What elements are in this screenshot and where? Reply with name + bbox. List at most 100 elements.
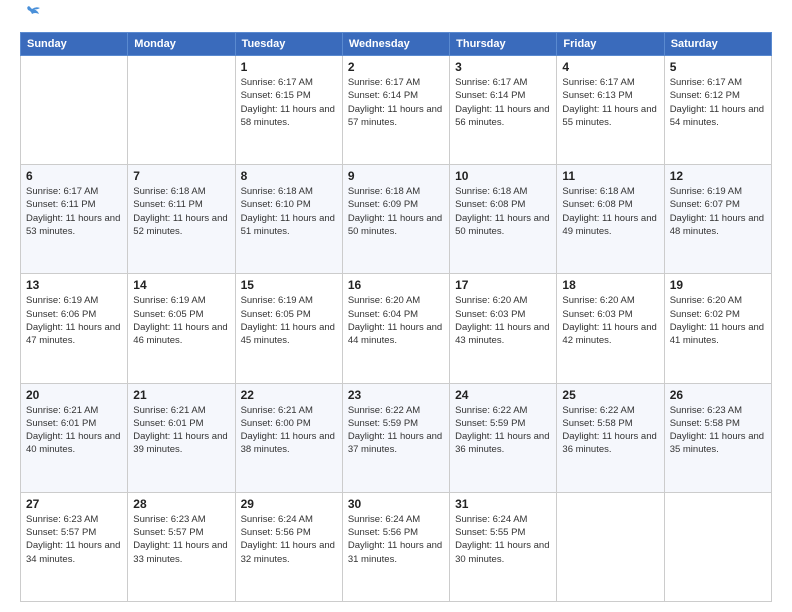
calendar-cell: 14 Sunrise: 6:19 AM Sunset: 6:05 PM Dayli… [128,274,235,383]
calendar-cell: 7 Sunrise: 6:18 AM Sunset: 6:11 PM Daylig… [128,165,235,274]
calendar-week-row: 20 Sunrise: 6:21 AM Sunset: 6:01 PM Dayli… [21,383,772,492]
day-number: 8 [241,169,337,183]
day-info: Sunrise: 6:18 AM Sunset: 6:08 PM Dayligh… [562,185,658,238]
calendar-cell: 26Sunrise: 6:23 AM Sunset: 5:58 PM Dayli… [664,383,771,492]
day-number: 21 [133,388,229,402]
day-number: 24 [455,388,551,402]
calendar-cell: 6 Sunrise: 6:17 AM Sunset: 6:11 PM Daylig… [21,165,128,274]
calendar-day-header: Saturday [664,33,771,56]
calendar-week-row: 13 Sunrise: 6:19 AM Sunset: 6:06 PM Dayli… [21,274,772,383]
logo [20,16,42,24]
day-number: 16 [348,278,444,292]
day-number: 6 [26,169,122,183]
day-info: Sunrise: 6:22 AM Sunset: 5:59 PM Dayligh… [348,404,444,457]
day-info: Sunrise: 6:19 AM Sunset: 6:07 PM Dayligh… [670,185,766,238]
calendar-day-header: Tuesday [235,33,342,56]
day-info: Sunrise: 6:24 AM Sunset: 5:56 PM Dayligh… [241,513,337,566]
calendar-cell: 18Sunrise: 6:20 AM Sunset: 6:03 PM Dayli… [557,274,664,383]
day-info: Sunrise: 6:22 AM Sunset: 5:59 PM Dayligh… [455,404,551,457]
day-number: 15 [241,278,337,292]
day-info: Sunrise: 6:18 AM Sunset: 6:10 PM Dayligh… [241,185,337,238]
calendar-day-header: Friday [557,33,664,56]
day-number: 17 [455,278,551,292]
day-number: 2 [348,60,444,74]
day-number: 7 [133,169,229,183]
day-info: Sunrise: 6:23 AM Sunset: 5:58 PM Dayligh… [670,404,766,457]
day-number: 25 [562,388,658,402]
calendar-day-header: Wednesday [342,33,449,56]
calendar-cell: 29 Sunrise: 6:24 AM Sunset: 5:56 PM Dayli… [235,492,342,601]
day-info: Sunrise: 6:19 AM Sunset: 6:05 PM Dayligh… [133,294,229,347]
day-info: Sunrise: 6:19 AM Sunset: 6:06 PM Dayligh… [26,294,122,347]
day-number: 12 [670,169,766,183]
calendar-cell [128,56,235,165]
day-number: 18 [562,278,658,292]
header [20,16,772,24]
calendar-day-header: Monday [128,33,235,56]
calendar-cell: 16Sunrise: 6:20 AM Sunset: 6:04 PM Dayli… [342,274,449,383]
calendar-cell: 21 Sunrise: 6:21 AM Sunset: 6:01 PM Dayli… [128,383,235,492]
calendar-cell: 3 Sunrise: 6:17 AM Sunset: 6:14 PM Daylig… [450,56,557,165]
day-number: 22 [241,388,337,402]
calendar-cell: 24 Sunrise: 6:22 AM Sunset: 5:59 PM Dayli… [450,383,557,492]
day-info: Sunrise: 6:21 AM Sunset: 6:00 PM Dayligh… [241,404,337,457]
day-info: Sunrise: 6:20 AM Sunset: 6:03 PM Dayligh… [455,294,551,347]
calendar-cell [21,56,128,165]
calendar-cell: 20 Sunrise: 6:21 AM Sunset: 6:01 PM Dayli… [21,383,128,492]
day-number: 20 [26,388,122,402]
day-number: 27 [26,497,122,511]
calendar-cell: 11 Sunrise: 6:18 AM Sunset: 6:08 PM Dayli… [557,165,664,274]
day-number: 1 [241,60,337,74]
calendar-cell: 28Sunrise: 6:23 AM Sunset: 5:57 PM Dayli… [128,492,235,601]
calendar-table: SundayMondayTuesdayWednesdayThursdayFrid… [20,32,772,602]
calendar-cell: 2 Sunrise: 6:17 AM Sunset: 6:14 PM Daylig… [342,56,449,165]
day-number: 14 [133,278,229,292]
day-number: 13 [26,278,122,292]
day-number: 11 [562,169,658,183]
day-info: Sunrise: 6:17 AM Sunset: 6:15 PM Dayligh… [241,76,337,129]
calendar-cell: 8 Sunrise: 6:18 AM Sunset: 6:10 PM Daylig… [235,165,342,274]
calendar-cell: 30Sunrise: 6:24 AM Sunset: 5:56 PM Dayli… [342,492,449,601]
day-info: Sunrise: 6:17 AM Sunset: 6:11 PM Dayligh… [26,185,122,238]
day-number: 30 [348,497,444,511]
calendar-cell: 17 Sunrise: 6:20 AM Sunset: 6:03 PM Dayli… [450,274,557,383]
day-info: Sunrise: 6:19 AM Sunset: 6:05 PM Dayligh… [241,294,337,347]
calendar-cell: 9 Sunrise: 6:18 AM Sunset: 6:09 PM Daylig… [342,165,449,274]
day-info: Sunrise: 6:17 AM Sunset: 6:14 PM Dayligh… [455,76,551,129]
day-number: 28 [133,497,229,511]
day-number: 29 [241,497,337,511]
day-info: Sunrise: 6:18 AM Sunset: 6:11 PM Dayligh… [133,185,229,238]
day-info: Sunrise: 6:18 AM Sunset: 6:08 PM Dayligh… [455,185,551,238]
logo-bird-icon [22,6,42,24]
day-number: 31 [455,497,551,511]
day-info: Sunrise: 6:21 AM Sunset: 6:01 PM Dayligh… [26,404,122,457]
calendar-cell [557,492,664,601]
day-info: Sunrise: 6:20 AM Sunset: 6:02 PM Dayligh… [670,294,766,347]
day-info: Sunrise: 6:23 AM Sunset: 5:57 PM Dayligh… [26,513,122,566]
day-number: 19 [670,278,766,292]
day-number: 23 [348,388,444,402]
calendar-cell: 13 Sunrise: 6:19 AM Sunset: 6:06 PM Dayli… [21,274,128,383]
calendar-cell: 15 Sunrise: 6:19 AM Sunset: 6:05 PM Dayli… [235,274,342,383]
day-info: Sunrise: 6:24 AM Sunset: 5:55 PM Dayligh… [455,513,551,566]
day-info: Sunrise: 6:21 AM Sunset: 6:01 PM Dayligh… [133,404,229,457]
calendar-day-header: Thursday [450,33,557,56]
calendar-week-row: 1 Sunrise: 6:17 AM Sunset: 6:15 PM Daylig… [21,56,772,165]
day-number: 4 [562,60,658,74]
day-info: Sunrise: 6:18 AM Sunset: 6:09 PM Dayligh… [348,185,444,238]
day-number: 3 [455,60,551,74]
day-number: 10 [455,169,551,183]
calendar-cell: 25Sunrise: 6:22 AM Sunset: 5:58 PM Dayli… [557,383,664,492]
day-info: Sunrise: 6:17 AM Sunset: 6:14 PM Dayligh… [348,76,444,129]
day-number: 9 [348,169,444,183]
calendar-cell: 22 Sunrise: 6:21 AM Sunset: 6:00 PM Dayli… [235,383,342,492]
calendar-cell: 19 Sunrise: 6:20 AM Sunset: 6:02 PM Dayli… [664,274,771,383]
calendar-week-row: 27 Sunrise: 6:23 AM Sunset: 5:57 PM Dayli… [21,492,772,601]
calendar-cell: 31 Sunrise: 6:24 AM Sunset: 5:55 PM Dayli… [450,492,557,601]
calendar-cell: 4Sunrise: 6:17 AM Sunset: 6:13 PM Daylig… [557,56,664,165]
calendar-cell: 12 Sunrise: 6:19 AM Sunset: 6:07 PM Dayli… [664,165,771,274]
calendar-cell: 23 Sunrise: 6:22 AM Sunset: 5:59 PM Dayli… [342,383,449,492]
day-info: Sunrise: 6:17 AM Sunset: 6:12 PM Dayligh… [670,76,766,129]
calendar-header-row: SundayMondayTuesdayWednesdayThursdayFrid… [21,33,772,56]
calendar-cell: 10 Sunrise: 6:18 AM Sunset: 6:08 PM Dayli… [450,165,557,274]
